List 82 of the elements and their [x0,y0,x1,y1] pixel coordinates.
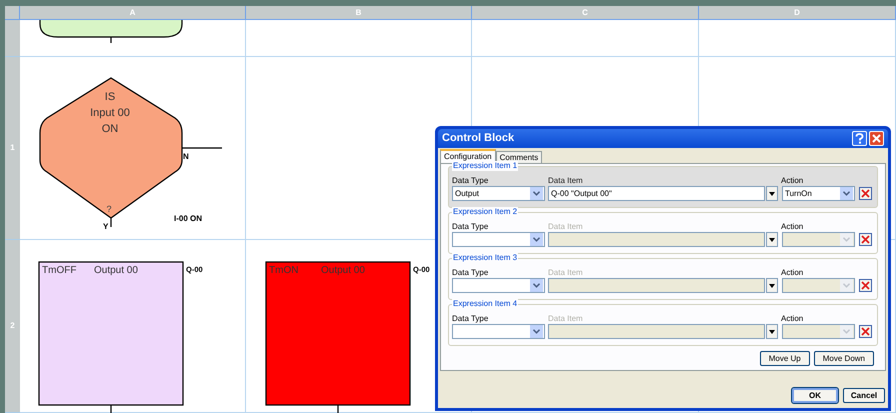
chevron-icon [533,329,540,334]
dropdown-button[interactable] [766,186,778,201]
dropdown-value: TurnOn [785,188,812,200]
caret-icon [769,284,775,288]
field-label: Data Type [452,267,490,278]
decision-text: Input 00 [90,107,130,119]
move-button[interactable]: Move Down [814,351,874,366]
data-item-field[interactable]: Q-00 "Output 00" [548,186,765,201]
field-label: Action [781,313,804,324]
group-title: Expression Item 3 [452,253,518,263]
delete-icon [861,235,870,244]
chevron-icon [533,283,540,288]
field-label: Data Type [452,313,490,324]
connector-line [182,147,222,149]
chevron-icon [843,191,850,196]
delete-icon [861,327,870,336]
delete-button[interactable] [859,233,872,246]
field-label: Action [781,175,804,186]
help-button[interactable] [852,131,867,146]
field-label: Data Item [548,267,584,278]
field-label: Data Type [452,221,490,232]
chevron-icon [533,191,540,196]
decision-mark: ? [106,204,112,214]
dialog-button[interactable]: Cancel [843,388,885,403]
chevron-icon [533,237,540,242]
dropdown-button[interactable] [766,232,778,247]
tab[interactable]: Comments [496,151,542,163]
dropdown-button[interactable] [766,324,778,339]
field-label: Data Item [548,221,584,232]
chevron-icon [843,237,850,242]
close-icon [872,134,881,143]
caret-icon [769,192,775,196]
field-label: Data Item [548,175,584,186]
data-item-field[interactable] [548,278,765,293]
decision-text: ON [102,123,118,135]
grid-cell[interactable] [246,20,472,57]
delete-icon [861,189,870,198]
group-title: Expression Item 4 [452,299,518,309]
dialog-button[interactable]: OK [792,388,838,403]
window-title: Control Block [442,131,514,146]
field-label: Data Item [548,313,584,324]
connector-line [110,37,112,43]
delete-button[interactable] [859,279,872,292]
data-type-dropdown[interactable]: Output [452,186,545,201]
delete-button[interactable] [859,325,872,338]
connector-line [110,218,112,227]
group-title: Expression Item 2 [452,207,518,217]
grid-cell[interactable] [699,20,896,57]
block-command: TmON [269,265,298,276]
move-button[interactable]: Move Up [760,351,810,366]
dropdown-button[interactable] [766,278,778,293]
help-icon [855,133,864,144]
caret-icon [769,238,775,242]
decision-text: IS [104,91,116,103]
chevron-icon [843,283,850,288]
data-item-field[interactable] [548,324,765,339]
data-type-dropdown[interactable] [452,232,545,247]
group-title: Expression Item 1 [452,161,518,171]
caret-icon [769,330,775,334]
grid-cell[interactable] [472,20,699,57]
data-type-dropdown[interactable] [452,324,545,339]
branch-label: N [183,152,189,161]
close-button[interactable] [869,131,884,146]
field-label: Action [781,221,804,232]
dropdown-value: Output [455,188,480,200]
corner-cell[interactable] [5,6,20,20]
connector-line [337,405,339,413]
block-command: TmOFF [42,265,76,276]
block-caption: I-00 ON [174,214,202,223]
delete-button[interactable] [859,187,872,200]
field-label: Data Type [452,175,490,186]
delete-icon [861,281,870,290]
block-target: Output 00 [321,265,365,276]
data-item-field[interactable] [548,232,765,247]
field-label: Action [781,267,804,278]
chevron-icon [843,329,850,334]
data-type-dropdown[interactable] [452,278,545,293]
branch-label: Y [103,222,108,231]
connector-line [110,405,112,413]
action-dropdown[interactable]: TurnOn [782,186,855,201]
field-value: Q-00 "Output 00" [551,188,612,200]
block-target: Output 00 [94,265,138,276]
